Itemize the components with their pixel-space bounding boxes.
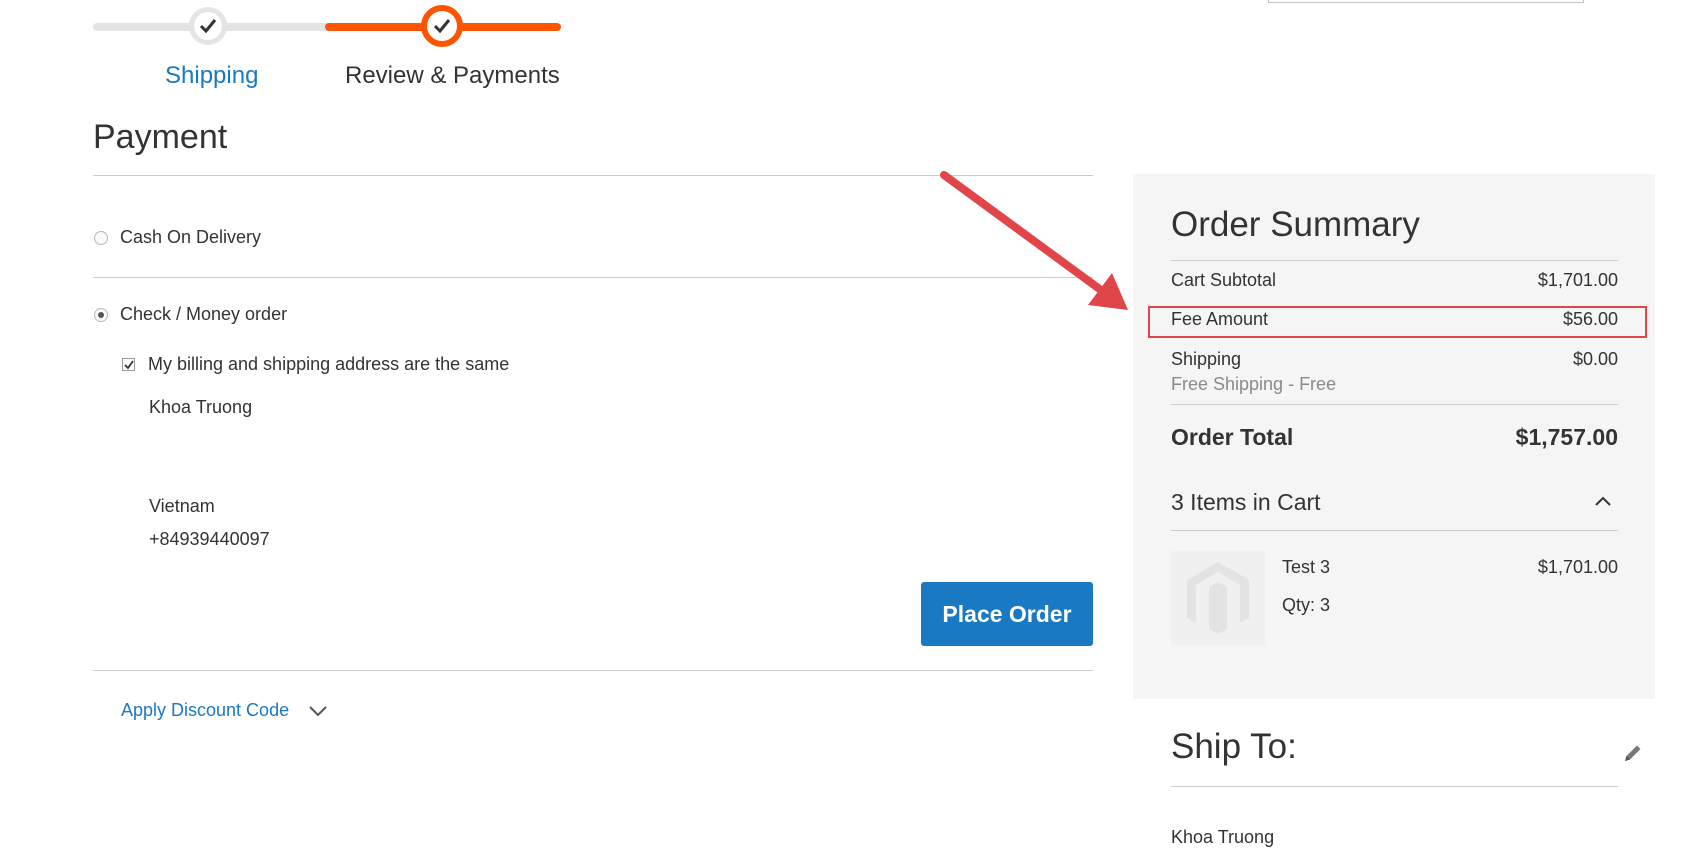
shipping-label: Shipping — [1171, 349, 1242, 369]
fee-value: $56.00 — [1562, 309, 1618, 329]
cash-on-delivery-radio[interactable] — [94, 231, 108, 245]
arrow-annotation-icon — [940, 171, 1128, 310]
step-shipping-label[interactable]: Shipping — [165, 62, 258, 90]
check-icon — [433, 19, 451, 34]
ship-to-name: Khoa Truong — [1171, 827, 1275, 847]
ship-to-divider — [1171, 786, 1618, 787]
items-in-cart-toggle[interactable]: 3 Items in Cart — [1171, 489, 1321, 516]
summary-divider-total — [1171, 404, 1618, 405]
items-divider — [1171, 530, 1618, 531]
chevron-up-icon[interactable] — [1594, 495, 1612, 507]
summary-divider-top — [1171, 260, 1618, 261]
shipping-value: $0.00 — [1572, 349, 1618, 369]
billing-country: Vietnam — [149, 496, 215, 516]
subtotal-label: Cart Subtotal — [1171, 270, 1277, 290]
magento-logo-icon — [1187, 562, 1249, 634]
chevron-down-icon[interactable] — [308, 705, 328, 717]
product-thumbnail — [1171, 551, 1265, 645]
shipping-method: Free Shipping - Free — [1171, 374, 1337, 394]
order-total-value: $1,757.00 — [1515, 424, 1618, 450]
item-price: $1,701.00 — [1537, 557, 1618, 577]
place-order-button[interactable]: Place Order — [921, 582, 1093, 646]
subtotal-value: $1,701.00 — [1537, 270, 1618, 290]
item-qty: Qty: 3 — [1282, 595, 1331, 615]
payment-title: Payment — [93, 118, 228, 156]
same-address-checkbox[interactable] — [122, 358, 135, 371]
check-money-order-radio[interactable] — [94, 308, 108, 322]
item-name: Test 3 — [1282, 557, 1331, 577]
step-shipping-circle[interactable] — [189, 7, 227, 45]
apply-discount-link[interactable]: Apply Discount Code — [121, 700, 328, 721]
same-address-label[interactable]: My billing and shipping address are the … — [148, 354, 509, 375]
billing-phone: +84939440097 — [149, 529, 270, 549]
check-money-order-label[interactable]: Check / Money order — [120, 304, 287, 325]
cash-on-delivery-label[interactable]: Cash On Delivery — [120, 227, 261, 248]
ship-to-title: Ship To: — [1171, 727, 1297, 766]
check-icon — [123, 359, 134, 369]
step-review-label: Review & Payments — [345, 62, 560, 89]
order-total-label: Order Total — [1171, 424, 1294, 450]
discount-divider — [93, 670, 1093, 671]
order-summary-title: Order Summary — [1171, 205, 1420, 244]
step-review-circle — [421, 5, 463, 47]
check-icon — [199, 19, 217, 34]
billing-name: Khoa Truong — [149, 397, 253, 417]
pencil-icon[interactable] — [1622, 742, 1644, 764]
fee-label: Fee Amount — [1171, 309, 1269, 329]
top-select-edge[interactable] — [1268, 0, 1584, 3]
apply-discount-label[interactable]: Apply Discount Code — [121, 700, 289, 720]
